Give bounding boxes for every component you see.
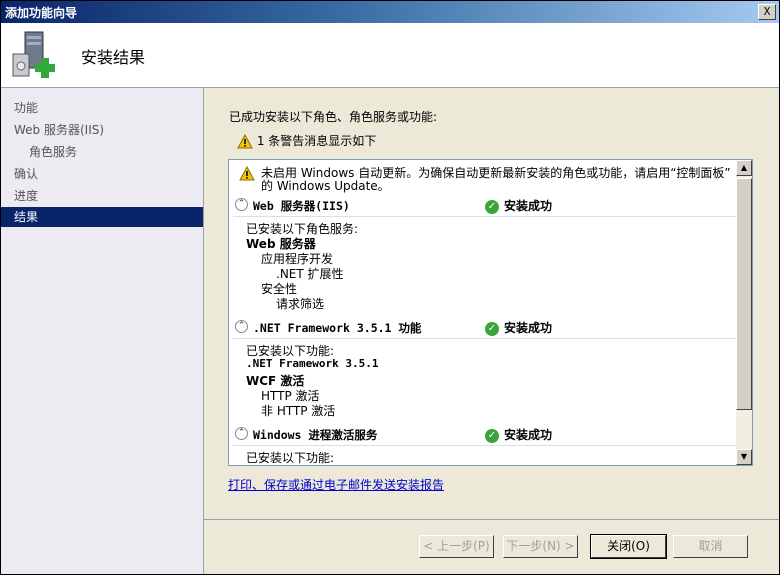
warning-icon — [237, 134, 253, 149]
collapse-icon[interactable]: ⌃ — [235, 198, 248, 211]
window-title: 添加功能向导 — [5, 6, 78, 20]
cancel-button[interactable]: 取消 — [673, 535, 748, 558]
report-link[interactable]: 打印、保存或通过电子邮件发送安装报告 — [228, 476, 444, 493]
section-name: Web 服务器(IIS) — [253, 199, 350, 213]
scroll-down-button[interactable]: ▼ — [736, 449, 752, 465]
wizard-header: 安装结果 — [1, 23, 779, 88]
intro-text: 已成功安装以下角色、角色服务或功能: — [229, 110, 438, 124]
nav-item-role-services[interactable]: 角色服务 — [1, 142, 203, 162]
list-item: 请求筛选 — [276, 297, 325, 311]
section-heading: 已安装以下功能: — [246, 451, 335, 465]
status-success: ✓ 安装成功 — [485, 319, 552, 336]
add-features-wizard-window: 添加功能向导 X 安装结果 功能 Web 服务器(IIS) 角色服务 确认 进度… — [0, 0, 780, 575]
status-success: ✓ 安装成功 — [485, 426, 552, 443]
vertical-scrollbar[interactable]: ▲ ▼ — [736, 160, 752, 465]
page-title: 安装结果 — [81, 48, 146, 67]
close-window-button[interactable]: X — [758, 4, 776, 20]
list-item: .NET Framework 3.5.1 — [246, 357, 379, 370]
status-success: ✓ 安装成功 — [485, 197, 552, 214]
success-check-icon: ✓ — [485, 428, 499, 443]
scroll-up-button[interactable]: ▲ — [736, 160, 752, 176]
section-divider — [233, 445, 736, 446]
results-content: 已成功安装以下角色、角色服务或功能: 1 条警告消息显示如下 未启用 Windo… — [204, 88, 779, 518]
results-list[interactable]: 未启用 Windows 自动更新。为确保自动更新最新安装的角色或功能，请启用“控… — [228, 159, 753, 466]
warning-message-line2: 的 Windows Update。 — [261, 179, 390, 193]
nav-item-results[interactable]: 结果 — [1, 207, 203, 227]
close-button[interactable]: 关闭(O) — [590, 534, 667, 559]
warning-icon — [239, 166, 255, 181]
success-check-icon: ✓ — [485, 199, 499, 214]
collapse-icon[interactable]: ⌃ — [235, 427, 248, 440]
section-process-activation[interactable]: ⌃ Windows 进程激活服务 ✓ 安装成功 — [233, 425, 736, 445]
section-divider — [233, 216, 736, 217]
nav-item-confirmation[interactable]: 确认 — [1, 164, 203, 184]
nav-item-progress[interactable]: 进度 — [1, 186, 203, 206]
title-bar[interactable]: 添加功能向导 X — [1, 1, 779, 23]
section-net-framework[interactable]: ⌃ .NET Framework 3.5.1 功能 ✓ 安装成功 — [233, 318, 736, 338]
success-check-icon: ✓ — [485, 321, 499, 336]
server-with-add-icon — [12, 31, 55, 78]
warning-summary-text: 1 条警告消息显示如下 — [256, 134, 377, 148]
section-divider — [233, 338, 736, 339]
section-name: .NET Framework 3.5.1 功能 — [253, 321, 422, 335]
section-web-server[interactable]: ⌃ Web 服务器(IIS) ✓ 安装成功 — [233, 196, 736, 216]
next-button[interactable]: 下一步(N) > — [503, 535, 578, 558]
collapse-icon[interactable]: ⌃ — [235, 320, 248, 333]
footer-divider — [204, 519, 779, 520]
section-name: Windows 进程激活服务 — [253, 428, 378, 442]
nav-item-features[interactable]: 功能 — [1, 98, 203, 118]
warning-summary: 1 条警告消息显示如下 — [237, 132, 376, 149]
wizard-steps-sidebar: 功能 Web 服务器(IIS) 角色服务 确认 进度 结果 — [1, 88, 204, 574]
list-item: 非 HTTP 激活 — [261, 404, 336, 418]
previous-button[interactable]: < 上一步(P) — [419, 535, 494, 558]
scroll-thumb[interactable] — [736, 178, 752, 410]
nav-item-web-server[interactable]: Web 服务器(IIS) — [1, 120, 203, 140]
